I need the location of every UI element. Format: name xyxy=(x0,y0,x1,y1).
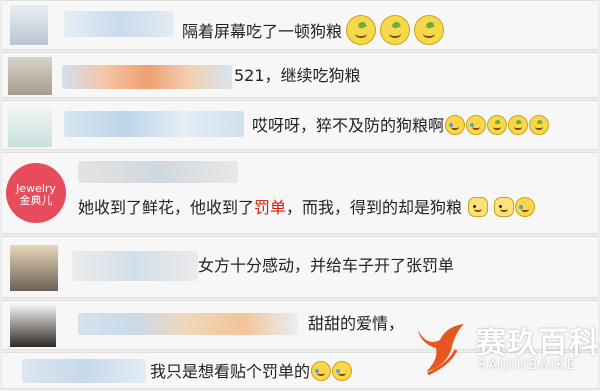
orange-smile-emoji-icon xyxy=(529,115,550,135)
comment-text: 女方十分感动，并给车子开了张罚单 xyxy=(198,256,455,275)
orange-smile-emoji-icon xyxy=(346,15,377,45)
avatar-badge-text: Jewelry 金典儿 xyxy=(16,182,56,207)
cat-face-emoji-icon xyxy=(494,197,515,217)
blurred-username xyxy=(64,111,244,137)
comment-text: 甜甜的爱情， xyxy=(308,314,405,333)
laugh-cry-emoji-icon xyxy=(311,361,332,381)
avatar[interactable] xyxy=(10,305,56,347)
blurred-username xyxy=(22,359,146,383)
laugh-cry-emoji-icon xyxy=(466,115,487,135)
avatar[interactable] xyxy=(10,5,48,45)
comment-row: 521，继续吃狗粮 xyxy=(2,52,598,98)
highlight-keyword[interactable]: 罚单 xyxy=(254,198,286,217)
blurred-username xyxy=(78,161,238,183)
orange-smile-emoji-icon xyxy=(414,15,445,45)
laugh-cry-emoji-icon xyxy=(332,361,353,381)
comment-text: 隔着屏幕吃了一顿狗粮 xyxy=(182,15,445,45)
cat-face-emoji-icon xyxy=(468,197,489,217)
comment-text: 她收到了鲜花，他收到了罚单，而我，得到的却是狗粮 xyxy=(78,197,536,218)
comment-row: Jewelry 金典儿 她收到了鲜花，他收到了罚单，而我，得到的却是狗粮 xyxy=(2,152,598,234)
site-watermark: 赛玖百科 SAIJIUBAIKE xyxy=(410,312,599,384)
blurred-username xyxy=(72,251,198,281)
comment-row: 隔着屏幕吃了一顿狗粮 xyxy=(2,0,598,50)
blurred-username xyxy=(78,313,298,335)
laugh-cry-emoji-icon xyxy=(445,115,466,135)
comment-text: 哎呀呀，猝不及防的狗粮啊 xyxy=(252,115,550,136)
avatar[interactable] xyxy=(10,245,58,291)
watermark-title: 赛玖百科 xyxy=(476,326,600,361)
orange-smile-emoji-icon xyxy=(380,15,411,45)
orange-smile-emoji-icon xyxy=(487,115,508,135)
comment-text: 我只是想看贴个罚单的 xyxy=(150,361,353,382)
orange-smile-emoji-icon xyxy=(508,115,529,135)
avatar-badge: Jewelry 金典儿 xyxy=(6,183,66,207)
laugh-cry-emoji-icon xyxy=(515,197,536,217)
whale-tail-logo-icon xyxy=(418,324,464,376)
comment-text: 521，继续吃狗粮 xyxy=(234,66,361,85)
blurred-username xyxy=(64,11,174,37)
comment-row: 哎呀呀，猝不及防的狗粮啊 xyxy=(2,100,598,150)
avatar[interactable]: Jewelry 金典儿 xyxy=(6,163,66,223)
blurred-username xyxy=(62,65,232,89)
avatar[interactable] xyxy=(8,57,52,95)
watermark-subtitle: SAIJIUBAIKE xyxy=(478,358,577,373)
avatar[interactable] xyxy=(8,107,52,147)
comment-row: 女方十分感动，并给车子开了张罚单 xyxy=(2,236,598,298)
